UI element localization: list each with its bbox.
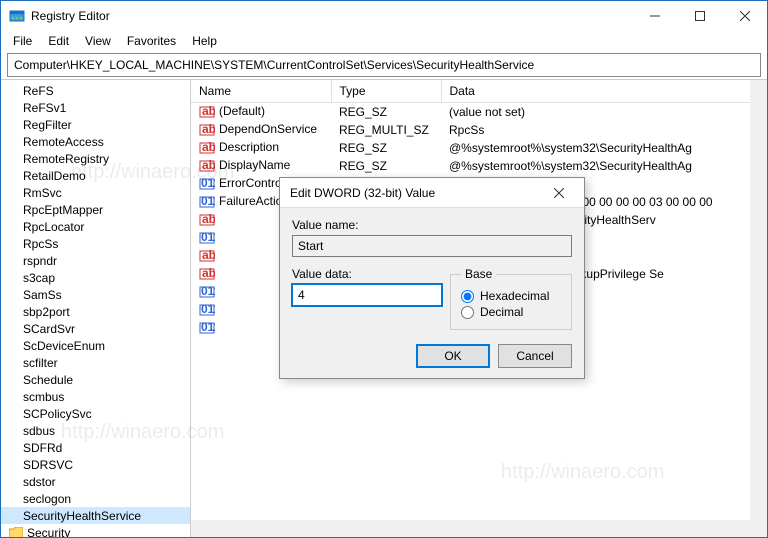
string-icon: ab [199,122,215,138]
binary-icon: 011 [199,194,215,210]
svg-text:011: 011 [201,230,215,244]
svg-text:ab: ab [202,266,215,280]
base-fieldset: Base Hexadecimal Decimal [450,267,572,330]
svg-text:011: 011 [201,176,215,190]
binary-icon: 011 [199,176,215,192]
tree-item[interactable]: sbp2port [1,303,191,320]
menu-file[interactable]: File [5,33,40,49]
tree-item[interactable]: seclogon [1,490,191,507]
ok-button[interactable]: OK [416,344,490,368]
tree-item[interactable]: RpcSs [1,235,191,252]
tree-item[interactable]: RegFilter [1,116,191,133]
window-titlebar: Registry Editor [1,1,767,31]
menubar: File Edit View Favorites Help [1,31,767,51]
svg-text:011: 011 [201,320,215,334]
address-text: Computer\HKEY_LOCAL_MACHINE\SYSTEM\Curre… [14,58,534,72]
address-bar[interactable]: Computer\HKEY_LOCAL_MACHINE\SYSTEM\Curre… [7,53,761,77]
tree-item[interactable]: ReFS [1,82,191,99]
svg-text:ab: ab [202,158,215,172]
minimize-button[interactable] [632,1,677,31]
tree-item[interactable]: RpcEptMapper [1,201,191,218]
dialog-close-button[interactable] [544,178,574,208]
binary-icon: 011 [199,284,215,300]
window-title: Registry Editor [31,9,632,23]
binary-icon: 011 [199,320,215,336]
tree-item[interactable]: ScDeviceEnum [1,337,191,354]
values-vscroll[interactable] [750,80,767,537]
tree-item[interactable]: RpcLocator [1,218,191,235]
tree-item[interactable]: SCardSvr [1,320,191,337]
maximize-button[interactable] [677,1,722,31]
tree-item[interactable]: sdbus [1,422,191,439]
tree-item[interactable]: RmSvc [1,184,191,201]
value-name-input[interactable] [292,235,572,257]
cancel-button[interactable]: Cancel [498,344,572,368]
folder-icon [9,527,23,538]
radio-hex[interactable]: Hexadecimal [461,289,561,303]
svg-text:ab: ab [202,140,215,154]
tree-item[interactable]: scfilter [1,354,191,371]
menu-favorites[interactable]: Favorites [119,33,184,49]
tree-item[interactable]: SamSs [1,286,191,303]
value-row[interactable]: abDescriptionREG_SZ@%systemroot%\system3… [191,139,767,157]
tree-item[interactable]: SDRSVC [1,456,191,473]
string-icon: ab [199,140,215,156]
tree-item[interactable]: SDFRd [1,439,191,456]
radio-dec[interactable]: Decimal [461,305,561,319]
radio-hex-input[interactable] [461,290,474,303]
binary-icon: 011 [199,230,215,246]
svg-text:011: 011 [201,284,215,298]
registry-tree[interactable]: ReFSReFSv1RegFilterRemoteAccessRemoteReg… [1,80,191,537]
tree-item-folder[interactable]: Security [1,524,191,537]
value-data-label: Value data: [292,267,442,281]
value-data-input[interactable] [292,284,442,306]
value-row[interactable]: abDependOnServiceREG_MULTI_SZRpcSs [191,121,767,139]
menu-view[interactable]: View [77,33,119,49]
string-icon: ab [199,104,215,120]
radio-dec-input[interactable] [461,306,474,319]
svg-text:ab: ab [202,212,215,226]
tree-item[interactable]: RemoteAccess [1,133,191,150]
tree-item[interactable]: Schedule [1,371,191,388]
tree-item[interactable]: rspndr [1,252,191,269]
string-icon: ab [199,248,215,264]
string-icon: ab [199,266,215,282]
tree-item[interactable]: s3cap [1,269,191,286]
menu-edit[interactable]: Edit [40,33,77,49]
close-button[interactable] [722,1,767,31]
svg-text:011: 011 [201,194,215,208]
tree-item[interactable]: ReFSv1 [1,99,191,116]
tree-item[interactable]: SCPolicySvc [1,405,191,422]
menu-help[interactable]: Help [184,33,225,49]
binary-icon: 011 [199,302,215,318]
svg-text:ab: ab [202,122,215,136]
value-row[interactable]: abDisplayNameREG_SZ@%systemroot%\system3… [191,157,767,175]
values-hscroll[interactable] [191,520,767,537]
col-name[interactable]: Name [191,80,331,103]
svg-text:011: 011 [201,302,215,316]
tree-item[interactable]: RetailDemo [1,167,191,184]
tree-item[interactable]: scmbus [1,388,191,405]
dialog-title: Edit DWORD (32-bit) Value [290,186,544,200]
string-icon: ab [199,158,215,174]
value-name-label: Value name: [292,218,572,232]
tree-item[interactable]: RemoteRegistry [1,150,191,167]
edit-dword-dialog: Edit DWORD (32-bit) Value Value name: Va… [279,177,585,379]
tree-item[interactable]: SecurityHealthService [1,507,191,524]
col-data[interactable]: Data [441,80,767,103]
base-label: Base [461,267,496,281]
string-icon: ab [199,212,215,228]
svg-text:ab: ab [202,248,215,262]
tree-item[interactable]: sdstor [1,473,191,490]
col-type[interactable]: Type [331,80,441,103]
regedit-icon [9,8,25,24]
svg-text:ab: ab [202,104,215,118]
value-row[interactable]: ab(Default)REG_SZ(value not set) [191,103,767,122]
